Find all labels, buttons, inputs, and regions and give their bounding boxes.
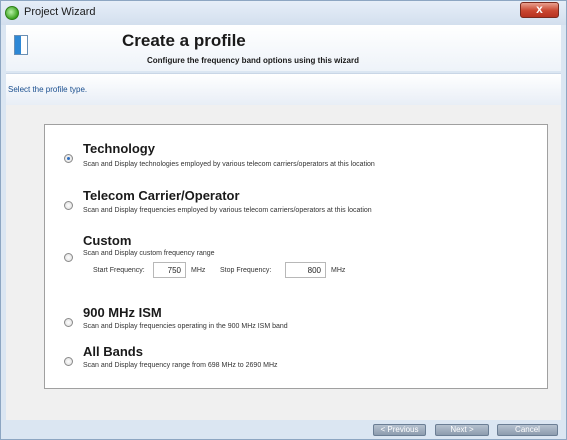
window-title: Project Wizard xyxy=(24,6,96,18)
option-description: Scan and Display frequencies operating i… xyxy=(83,323,288,330)
option-description: Scan and Display frequencies employed by… xyxy=(83,207,372,214)
radio-900mhz-ism[interactable] xyxy=(64,318,73,327)
next-button[interactable]: Next > xyxy=(435,424,489,436)
project-wizard-window: Project Wizard x Create a profile Config… xyxy=(0,0,567,440)
option-title: All Bands xyxy=(83,344,143,359)
page-subtitle: Configure the frequency band options usi… xyxy=(147,56,360,65)
close-icon: x xyxy=(536,2,543,16)
stop-frequency-unit: MHz xyxy=(331,267,346,274)
app-icon xyxy=(5,6,19,20)
instruction-text: Select the profile type. xyxy=(8,85,88,94)
content-area: Technology Scan and Display technologies… xyxy=(6,105,561,420)
title-bar: Project Wizard x xyxy=(1,1,566,25)
stop-frequency-input[interactable] xyxy=(285,262,326,278)
option-description: Scan and Display custom frequency range xyxy=(83,250,215,257)
radio-technology[interactable] xyxy=(64,154,73,163)
option-title: Technology xyxy=(83,141,155,156)
radio-all-bands[interactable] xyxy=(64,357,73,366)
wizard-icon xyxy=(14,35,28,55)
previous-button[interactable]: < Previous xyxy=(373,424,426,436)
close-button[interactable]: x xyxy=(520,2,559,18)
start-frequency-input[interactable] xyxy=(153,262,186,278)
stop-frequency-label: Stop Frequency: xyxy=(220,267,272,274)
start-frequency-unit: MHz xyxy=(191,267,206,274)
option-title: 900 MHz ISM xyxy=(83,305,162,320)
option-description: Scan and Display frequency range from 69… xyxy=(83,362,278,369)
button-bar: < Previous Next > Cancel xyxy=(6,420,561,439)
page-title: Create a profile xyxy=(122,31,246,50)
start-frequency-label: Start Frequency: xyxy=(93,267,145,274)
radio-telecom-carrier[interactable] xyxy=(64,201,73,210)
profile-type-group: Technology Scan and Display technologies… xyxy=(44,124,548,389)
option-description: Scan and Display technologies employed b… xyxy=(83,161,375,168)
radio-custom[interactable] xyxy=(64,253,73,262)
option-title: Custom xyxy=(83,233,132,248)
wizard-header: Create a profile Configure the frequency… xyxy=(6,25,561,71)
option-title: Telecom Carrier/Operator xyxy=(83,188,240,203)
cancel-button[interactable]: Cancel xyxy=(497,424,558,436)
instruction-bar: Select the profile type. xyxy=(6,73,561,105)
